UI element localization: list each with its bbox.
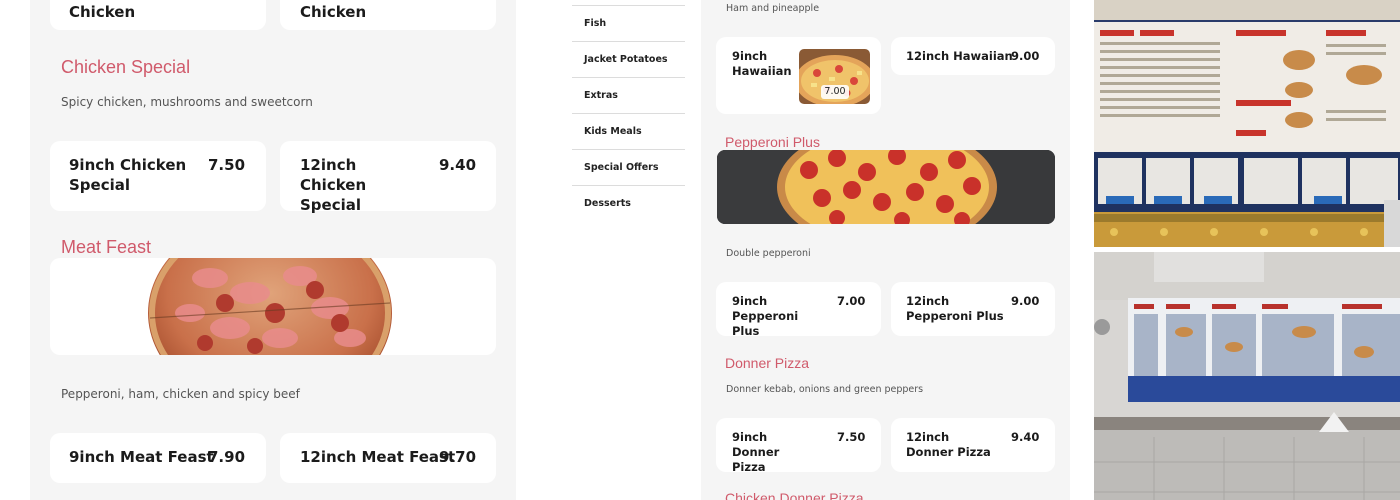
menu-item-price: 9.00 xyxy=(1011,49,1040,63)
shop-counter-photo xyxy=(1094,252,1400,500)
menu-item-price: 7.50 xyxy=(208,156,246,174)
section-description: Spicy chicken, mushrooms and sweetcorn xyxy=(61,95,313,109)
pepperoni-pizza-image xyxy=(717,150,1055,224)
menu-item-price: 9.40 xyxy=(439,156,477,174)
image-price-tag: 7.00 xyxy=(821,85,849,99)
section-description: Pepperoni, ham, chicken and spicy beef xyxy=(61,387,300,401)
menu-item-name: 9inch Pepperoni Plus xyxy=(732,294,799,338)
nav-item-fish[interactable]: Fish xyxy=(572,5,685,41)
menu-item-name: 9inch Donner Pizza xyxy=(732,430,780,474)
menu-panel-right: Ham and pineapple 9inch Hawaiian 7.00 12… xyxy=(701,0,1070,500)
menu-item-card[interactable]: 12inch Donner Pizza 9.40 xyxy=(891,418,1055,472)
nav-item-extras[interactable]: Extras xyxy=(572,77,685,113)
section-title: Donner Pizza xyxy=(725,355,810,371)
menu-item-card[interactable]: 9inch Meat Feast 7.90 xyxy=(50,433,266,483)
menu-item-name: 9inch Chicken Special xyxy=(69,156,187,194)
section-title: Chicken Donner Pizza xyxy=(725,490,864,500)
meat-feast-pizza-image xyxy=(148,258,392,355)
menu-item-name: 12inch Chicken Special xyxy=(300,156,367,214)
nav-item-special-offers[interactable]: Special Offers xyxy=(572,149,685,185)
menu-item-card[interactable]: 9inch Hawaiian 7.00 xyxy=(716,37,881,114)
section-title: Meat Feast xyxy=(61,237,152,257)
menu-item-name: Chicken xyxy=(69,3,136,21)
menu-item-card[interactable]: 9inch Chicken Special 7.50 xyxy=(50,141,266,211)
section-title: Pepperoni Plus xyxy=(725,134,820,150)
menu-item-name: 12inch Donner Pizza xyxy=(906,430,991,459)
menu-item-card[interactable]: 12inch Pepperoni Plus 9.00 xyxy=(891,282,1055,336)
menu-item-price: 9.70 xyxy=(439,448,477,466)
menu-item-name: 12inch Pepperoni Plus xyxy=(906,294,1004,323)
menu-item-card[interactable]: 12inch Chicken Special 9.40 xyxy=(280,141,496,214)
category-nav: Fish Jacket Potatoes Extras Kids Meals S… xyxy=(572,5,685,221)
menu-item-card[interactable]: Chicken xyxy=(50,0,266,30)
menu-item-price: 9.40 xyxy=(1011,430,1040,444)
section-description: Double pepperoni xyxy=(726,248,811,259)
nav-item-desserts[interactable]: Desserts xyxy=(572,185,685,221)
hawaiian-pizza-thumbnail: 7.00 xyxy=(799,49,870,104)
menu-item-name: 9inch Hawaiian xyxy=(732,49,792,78)
menu-item-card[interactable]: 9inch Donner Pizza 7.50 xyxy=(716,418,881,474)
section-title: Chicken Special xyxy=(61,57,191,77)
menu-item-name: Chicken xyxy=(300,3,367,21)
menu-item-card[interactable]: 12inch Hawaiian 9.00 xyxy=(891,37,1055,75)
section-description: Donner kebab, onions and green peppers xyxy=(726,384,924,395)
menu-item-price: 9.00 xyxy=(1011,294,1040,308)
section-image-card xyxy=(50,258,496,355)
menu-item-name: 12inch Meat Feast xyxy=(300,448,456,466)
menu-item-card[interactable]: 9inch Pepperoni Plus 7.00 xyxy=(716,282,881,338)
menu-item-name: 9inch Meat Feast xyxy=(69,448,214,466)
menu-item-price: 7.50 xyxy=(837,430,866,444)
menu-item-name: 12inch Hawaiian xyxy=(906,49,1013,63)
menu-item-card[interactable]: 12inch Meat Feast 9.70 xyxy=(280,433,496,483)
nav-item-kids-meals[interactable]: Kids Meals xyxy=(572,113,685,149)
section-description: Ham and pineapple xyxy=(726,3,820,14)
menu-item-price: 7.00 xyxy=(837,294,866,308)
menu-panel-left: Chicken Chicken Chicken Special Spicy ch… xyxy=(30,0,516,500)
nav-item-jacket-potatoes[interactable]: Jacket Potatoes xyxy=(572,41,685,77)
shop-menu-board-photo xyxy=(1094,0,1400,247)
menu-item-card[interactable]: Chicken xyxy=(280,0,496,30)
menu-item-price: 7.90 xyxy=(208,448,246,466)
